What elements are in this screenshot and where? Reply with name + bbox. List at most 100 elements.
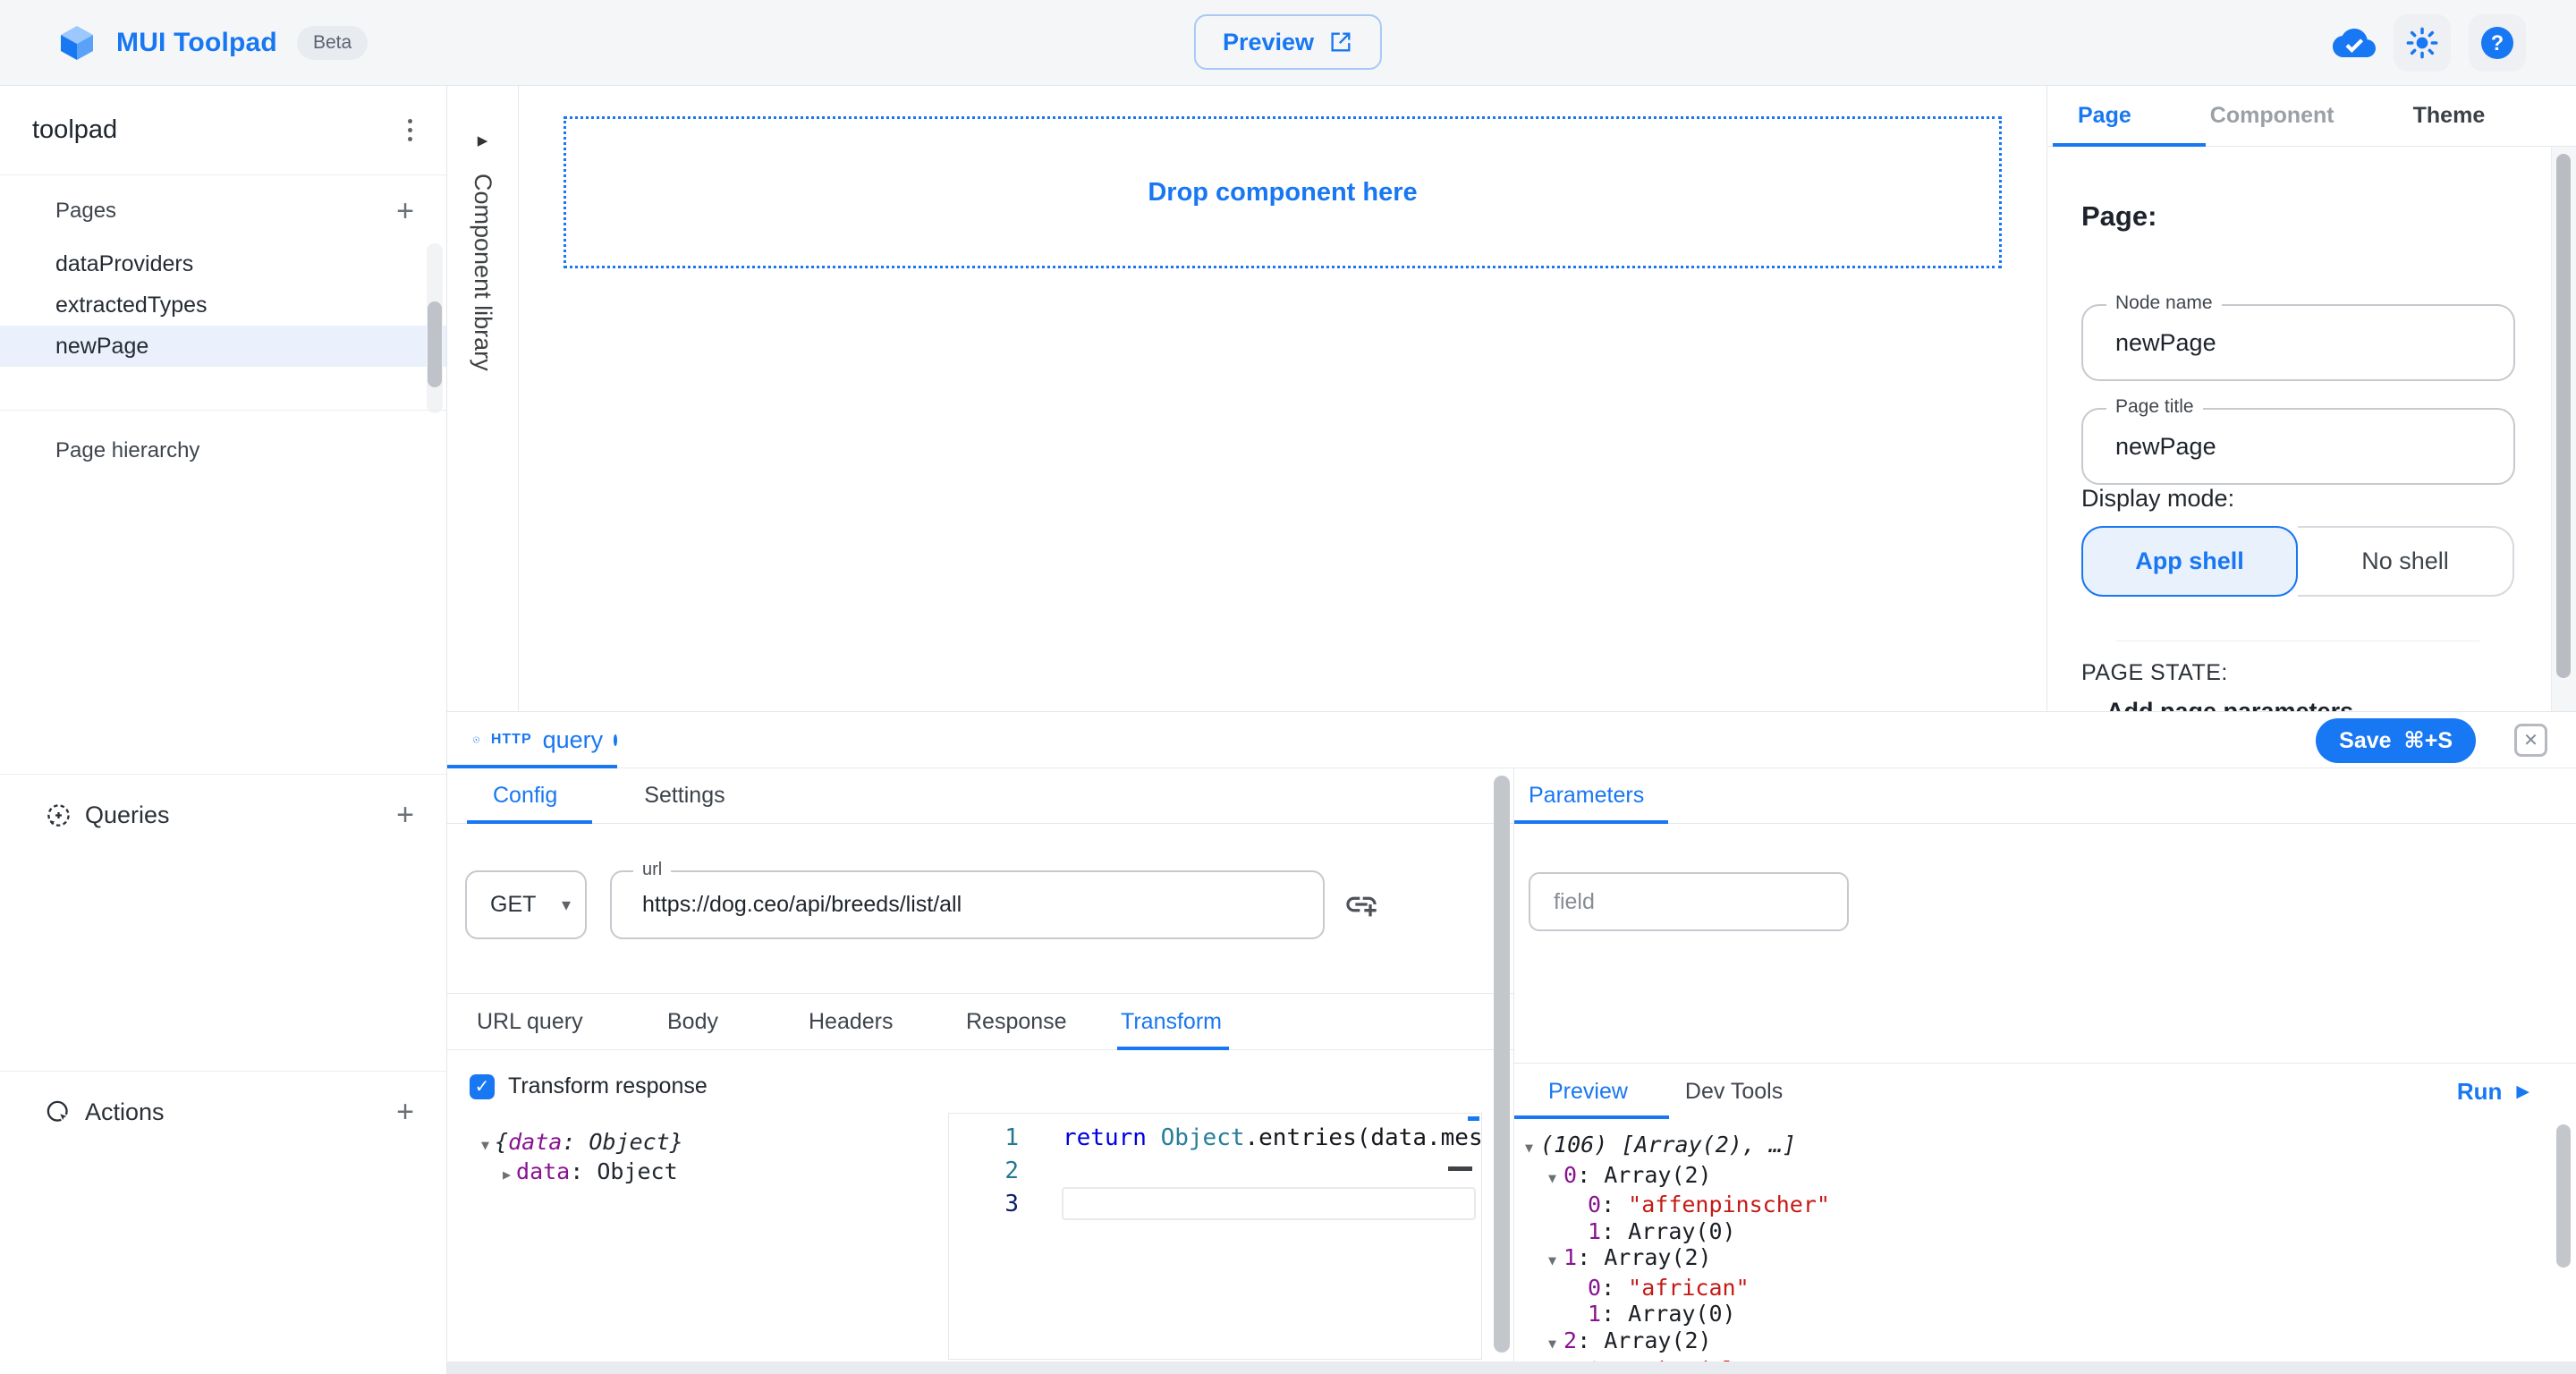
inspector-divider (2116, 640, 2479, 641)
actions-section-label: Actions (85, 1098, 165, 1126)
add-link-icon[interactable] (1343, 886, 1379, 927)
project-name: toolpad (32, 115, 117, 145)
request-sub-tabs: URL query Body Headers Response Transfor… (447, 993, 1513, 1050)
tree-child-row[interactable]: ▶data: Object (503, 1158, 683, 1188)
page-item-newpage[interactable]: newPage (0, 326, 446, 367)
display-mode-label: Display mode: (2081, 485, 2234, 513)
tab-theme[interactable]: Theme (2413, 103, 2486, 129)
transform-editor-area: ✓ Transform response ▼{data: Object} ▶da… (447, 1050, 1513, 1361)
checkbox-checked-icon[interactable]: ✓ (470, 1074, 495, 1099)
chevron-down-icon: ▾ (562, 894, 571, 916)
request-row: GET ▾ url (447, 824, 1513, 993)
add-page-button[interactable]: + (396, 196, 414, 226)
transform-response-label: Transform response (508, 1073, 708, 1099)
page-title-field: Page title (2081, 408, 2515, 485)
toggle-app-shell[interactable]: App shell (2081, 526, 2298, 597)
tab-component[interactable]: Component (2210, 103, 2334, 129)
actions-icon (45, 1098, 72, 1126)
tab-body[interactable]: Body (667, 994, 718, 1049)
page-hierarchy-label: Page hierarchy (55, 438, 199, 463)
sidebar-divider (0, 1071, 446, 1072)
console-row[interactable]: ▼2: Array(2) (1523, 1327, 2553, 1358)
theme-toggle-button[interactable] (2394, 14, 2451, 72)
save-button[interactable]: Save ⌘+S (2316, 718, 2476, 763)
console-row[interactable]: ▼(106) [Array(2), …] (1523, 1132, 2553, 1162)
run-button[interactable]: Run ▶ (2457, 1078, 2529, 1106)
page-title-input[interactable] (2083, 410, 2513, 483)
brand: MUI Toolpad Beta (0, 23, 368, 63)
page-canvas: Drop component here (519, 86, 2046, 711)
add-action-button[interactable]: + (396, 1097, 414, 1127)
current-line-highlight (1062, 1187, 1476, 1220)
component-library-strip[interactable]: ▶ Component library (447, 86, 519, 711)
page-hierarchy-row[interactable]: Page hierarchy (0, 426, 446, 476)
canvas-row: ▶ Component library Drop component here … (447, 86, 2576, 711)
tab-response[interactable]: Response (966, 994, 1067, 1049)
result-console: ▼(106) [Array(2), …] ▼0: Array(2) 0: "af… (1523, 1119, 2553, 1361)
panel-bottom-scrollbar-track[interactable] (447, 1361, 2576, 1374)
tab-parameters[interactable]: Parameters (1529, 783, 1644, 809)
node-name-input[interactable] (2083, 306, 2513, 379)
console-scrollbar[interactable] (2556, 1124, 2571, 1268)
close-panel-button[interactable]: ✕ (2514, 724, 2547, 757)
page-item-dataproviders[interactable]: dataProviders (0, 243, 446, 284)
project-menu-button[interactable] (408, 119, 412, 141)
tab-config[interactable]: Config (493, 783, 557, 809)
save-shortcut: ⌘+S (2404, 727, 2453, 754)
query-tab[interactable]: HTTP query (447, 712, 617, 768)
preview-button-label: Preview (1223, 29, 1314, 56)
tab-preview[interactable]: Preview (1548, 1079, 1628, 1105)
drop-zone[interactable]: Drop component here (564, 116, 2002, 268)
method-value: GET (490, 892, 536, 918)
console-row[interactable]: 0: "affenpinscher" (1523, 1192, 2553, 1218)
config-tabs: Config Settings (447, 768, 1513, 824)
data-shape-tree: ▼{data: Object} ▶data: Object (481, 1129, 683, 1188)
page-item-extractedtypes[interactable]: extractedTypes (0, 284, 446, 326)
tab-headers[interactable]: Headers (809, 994, 894, 1049)
inspector-tabs: Page Component Theme (2047, 86, 2576, 147)
preview-button[interactable]: Preview (1194, 14, 1382, 70)
display-mode-toggle: App shell No shell (2081, 526, 2514, 597)
parameter-field-input[interactable] (1530, 874, 1847, 929)
queries-section-header: Queries + (0, 784, 446, 846)
tree-collapsed-icon: ▶ (503, 1166, 511, 1183)
inspector-scrollbar[interactable] (2551, 147, 2576, 711)
toolpad-logo-icon (57, 23, 97, 63)
add-query-button[interactable]: + (396, 800, 414, 830)
pages-list-scrollbar[interactable] (427, 243, 443, 413)
tab-dev-tools[interactable]: Dev Tools (1685, 1079, 1783, 1105)
tree-root-row[interactable]: ▼{data: Object} (481, 1129, 683, 1158)
console-row[interactable]: 1: Array(0) (1523, 1301, 2553, 1327)
config-section-scrollbar[interactable] (1494, 776, 1510, 1353)
console-row[interactable]: 0: "african" (1523, 1275, 2553, 1302)
tab-settings[interactable]: Settings (644, 783, 724, 809)
query-icon (472, 726, 480, 753)
method-select[interactable]: GET ▾ (465, 870, 587, 939)
console-row[interactable]: ▼0: Array(2) (1523, 1162, 2553, 1192)
explorer-sidebar: toolpad Pages + dataProviders extractedT… (0, 86, 447, 1374)
tree-expanded-icon: ▼ (481, 1137, 489, 1153)
cloud-saved-icon (2333, 21, 2376, 64)
console-row[interactable]: 1: Array(0) (1523, 1218, 2553, 1245)
transform-code-editor[interactable]: 1return Object.entries(data.messag 2 3 (948, 1113, 1482, 1360)
tab-url-query[interactable]: URL query (477, 994, 583, 1049)
url-input[interactable] (612, 872, 1323, 937)
top-bar: MUI Toolpad Beta Preview (0, 0, 2576, 86)
add-page-parameters-button[interactable]: Add page parameters (2106, 696, 2353, 711)
parameters-tabs: Parameters (1514, 768, 2576, 824)
tab-page[interactable]: Page (2078, 103, 2131, 129)
svg-text:?: ? (2491, 32, 2504, 55)
query-editor-panel: HTTP query Save ⌘+S ✕ Config (447, 711, 2576, 1374)
query-config-section: Config Settings GET ▾ url (447, 768, 1514, 1361)
project-row: toolpad (0, 86, 446, 175)
tab-transform[interactable]: Transform (1121, 994, 1222, 1049)
active-parameters-tab-indicator (1514, 820, 1668, 824)
query-preview-section: Parameters Preview Dev Tools Run ▶ (1514, 768, 2576, 1361)
queries-section-label: Queries (85, 802, 170, 829)
editor-cursor-mark (1448, 1166, 1472, 1171)
console-row[interactable]: ▼1: Array(2) (1523, 1244, 2553, 1275)
help-button[interactable]: ? (2469, 14, 2526, 72)
pages-section-label: Pages (55, 199, 116, 224)
toggle-no-shell[interactable]: No shell (2298, 526, 2514, 597)
transform-response-checkbox-row[interactable]: ✓ Transform response (470, 1073, 708, 1099)
